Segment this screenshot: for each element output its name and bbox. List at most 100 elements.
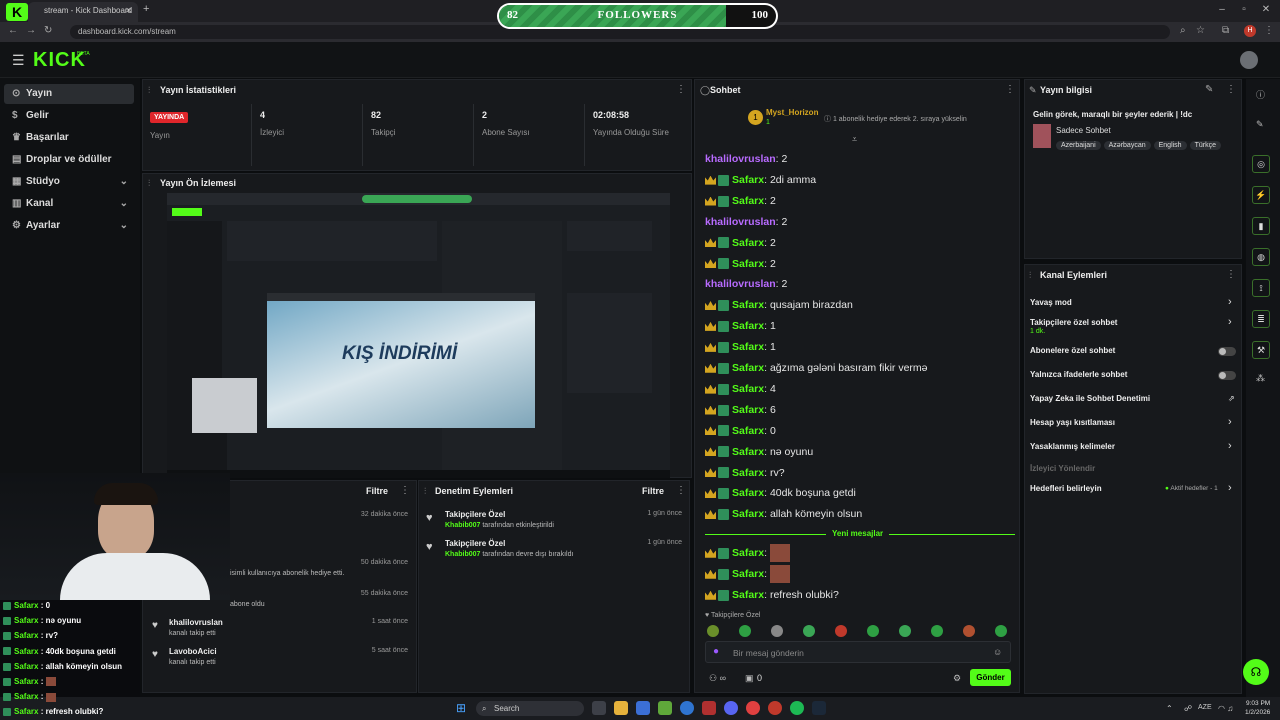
activity-user[interactable]: LavoboAcici	[169, 647, 217, 656]
chat-username[interactable]: Safarx	[732, 487, 764, 499]
stream-info-menu-icon[interactable]: ⋮	[1226, 84, 1236, 95]
chat-image-emote[interactable]	[769, 565, 790, 584]
chat-username[interactable]: Safarx	[732, 237, 764, 249]
extensions-icon[interactable]: ⧉	[1222, 25, 1229, 36]
emoji-icon[interactable]: ☺	[993, 647, 1002, 657]
stream-tag[interactable]: Azerbaijani	[1056, 141, 1101, 150]
chat-username[interactable]: Safarx	[732, 568, 764, 580]
chat-username[interactable]: Safarx	[732, 446, 764, 458]
channel-action-label[interactable]: Abonelere özel sohbet	[1030, 346, 1115, 355]
taskbar-time[interactable]: 9:03 PM	[1246, 700, 1270, 707]
wrench-tool-icon[interactable]: ⚒	[1252, 341, 1270, 359]
sidebar-item-6[interactable]: ⚙ Ayarlar ⌄	[4, 216, 134, 236]
chat-username[interactable]: Safarx	[732, 362, 764, 374]
pinned-user[interactable]: Myst_Horizon	[766, 108, 818, 117]
chat-message[interactable]: Safarx: qusajam birazdan	[705, 295, 853, 316]
info-tool-icon[interactable]: ⓘ	[1256, 88, 1265, 101]
chat-message[interactable]: Safarx: 0	[705, 421, 776, 442]
chat-settings-icon[interactable]: ⚙	[953, 673, 961, 684]
store-icon[interactable]	[636, 701, 650, 715]
points-icon[interactable]: ▣	[745, 673, 754, 684]
close-tab-icon[interactable]: ✕	[125, 2, 132, 20]
chevron-down-icon[interactable]: ⌄	[120, 216, 128, 236]
emote-icon[interactable]	[867, 625, 879, 637]
menu-icon[interactable]: ☰	[12, 52, 25, 69]
chat-message[interactable]: Safarx: rv?	[705, 463, 785, 484]
category-name[interactable]: Sadece Sohbet	[1056, 126, 1111, 135]
chat-username[interactable]: Safarx	[732, 508, 764, 520]
chat-username[interactable]: khalilovruslan	[705, 278, 776, 290]
sidebar-item-0[interactable]: ⊙ Yayın	[4, 84, 134, 104]
nvidia-icon[interactable]	[658, 701, 672, 715]
chat-username[interactable]: Safarx	[732, 425, 764, 437]
channel-action-label[interactable]: Yavaş mod	[1030, 298, 1072, 307]
taskview-icon[interactable]	[592, 701, 606, 715]
edit-tool-icon[interactable]: ✎	[1256, 119, 1264, 130]
chevron-right-icon[interactable]: ›	[1228, 316, 1232, 328]
chat-username[interactable]: Safarx	[732, 174, 764, 186]
toggle-switch[interactable]	[1218, 371, 1236, 380]
emote-icon[interactable]	[835, 625, 847, 637]
chat-message[interactable]: Safarx: 40dk boşuna getdi	[705, 483, 856, 504]
chat-username[interactable]: Safarx	[732, 195, 764, 207]
send-button[interactable]: Gönder	[970, 669, 1011, 686]
channel-action-label[interactable]: Yapay Zeka ile Sohbet Denetimi	[1030, 394, 1150, 403]
edit-stream-icon[interactable]: ✎	[1205, 84, 1213, 95]
chat-username[interactable]: khalilovruslan	[705, 216, 776, 228]
chat-message[interactable]: Safarx: nə oyunu	[705, 442, 813, 463]
chat-tool-icon[interactable]: ◍	[1252, 248, 1270, 266]
sidebar-item-5[interactable]: ▥ Kanal ⌄	[4, 194, 134, 214]
chat-message[interactable]: Safarx: refresh olubki?	[705, 585, 839, 606]
external-link-icon[interactable]: ⇗	[1228, 394, 1235, 403]
chat-username[interactable]: Safarx	[732, 547, 764, 559]
apps-tool-icon[interactable]: ⁂	[1256, 373, 1265, 384]
channel-action-label[interactable]: Yalnızca ifadelerle sohbet	[1030, 370, 1127, 379]
maximize-icon[interactable]: ▫	[1234, 4, 1254, 15]
chevron-right-icon[interactable]: ›	[1228, 482, 1232, 494]
taskbar-search[interactable]: ⌕ Search	[476, 701, 584, 716]
obs-icon[interactable]	[746, 701, 760, 715]
mic-icon[interactable]: ●	[713, 646, 719, 657]
new-tab-icon[interactable]: +	[143, 3, 149, 15]
emote-icon[interactable]	[771, 625, 783, 637]
back-icon[interactable]: ←	[8, 25, 18, 36]
chat-username[interactable]: Safarx	[732, 341, 764, 353]
chat-message[interactable]: Safarx: 2di amma	[705, 170, 816, 191]
browser-tab[interactable]: stream - Kick Dashboard ✕	[28, 2, 138, 22]
chat-message[interactable]: Safarx: ağzıma gələni basıram fikir verm…	[705, 358, 928, 379]
emote-icon[interactable]	[899, 625, 911, 637]
channel-action-label[interactable]: Yasaklanmış kelimeler	[1030, 442, 1115, 451]
tray-network-icon[interactable]: ☍	[1184, 704, 1192, 713]
discord-icon[interactable]	[724, 701, 738, 715]
bookmark-star-icon[interactable]: ☆	[1196, 25, 1205, 36]
sidebar-item-3[interactable]: ▤ Droplar ve ödüller	[4, 150, 134, 170]
browser-icon[interactable]	[768, 701, 782, 715]
tray-wifi-icon[interactable]: ◠ ♫	[1218, 704, 1233, 713]
moderator-name[interactable]: Khabib007	[445, 522, 480, 529]
sidebar-item-1[interactable]: $ Gelir	[4, 106, 134, 126]
chat-username[interactable]: khalilovruslan	[705, 153, 776, 165]
chat-username[interactable]: Safarx	[732, 589, 764, 601]
stream-tag[interactable]: English	[1153, 141, 1187, 150]
taskbar-date[interactable]: 1/2/2026	[1245, 709, 1270, 716]
tray-arrow-icon[interactable]: ⌃	[1166, 704, 1173, 713]
explorer-icon[interactable]	[614, 701, 628, 715]
profile-icon[interactable]: H	[1244, 25, 1256, 37]
chat-username[interactable]: Safarx	[732, 320, 764, 332]
chat-message[interactable]: Safarx: 1	[705, 316, 776, 337]
chat-username[interactable]: Safarx	[732, 299, 764, 311]
start-icon[interactable]: ⊞	[456, 701, 466, 715]
sidebar-item-4[interactable]: ▦ Stüdyo ⌄	[4, 172, 134, 192]
chat-image-emote[interactable]	[769, 544, 790, 563]
channel-action-label[interactable]: Hesap yaşı kısıtlaması	[1030, 418, 1115, 427]
layers-tool-icon[interactable]: ≣	[1252, 310, 1270, 328]
chat-menu-icon[interactable]: ⋮	[1005, 84, 1015, 95]
expand-leaderboard-icon[interactable]: ⩡	[852, 134, 857, 145]
emote-icon[interactable]	[995, 625, 1007, 637]
emote-icon[interactable]	[963, 625, 975, 637]
app-icon[interactable]	[702, 701, 716, 715]
chat-username[interactable]: Safarx	[732, 383, 764, 395]
moderation-menu-icon[interactable]: ⋮	[676, 485, 686, 496]
activity-filter-button[interactable]: Filtre	[366, 486, 388, 496]
zoom-icon[interactable]: ⌕	[1180, 25, 1186, 36]
